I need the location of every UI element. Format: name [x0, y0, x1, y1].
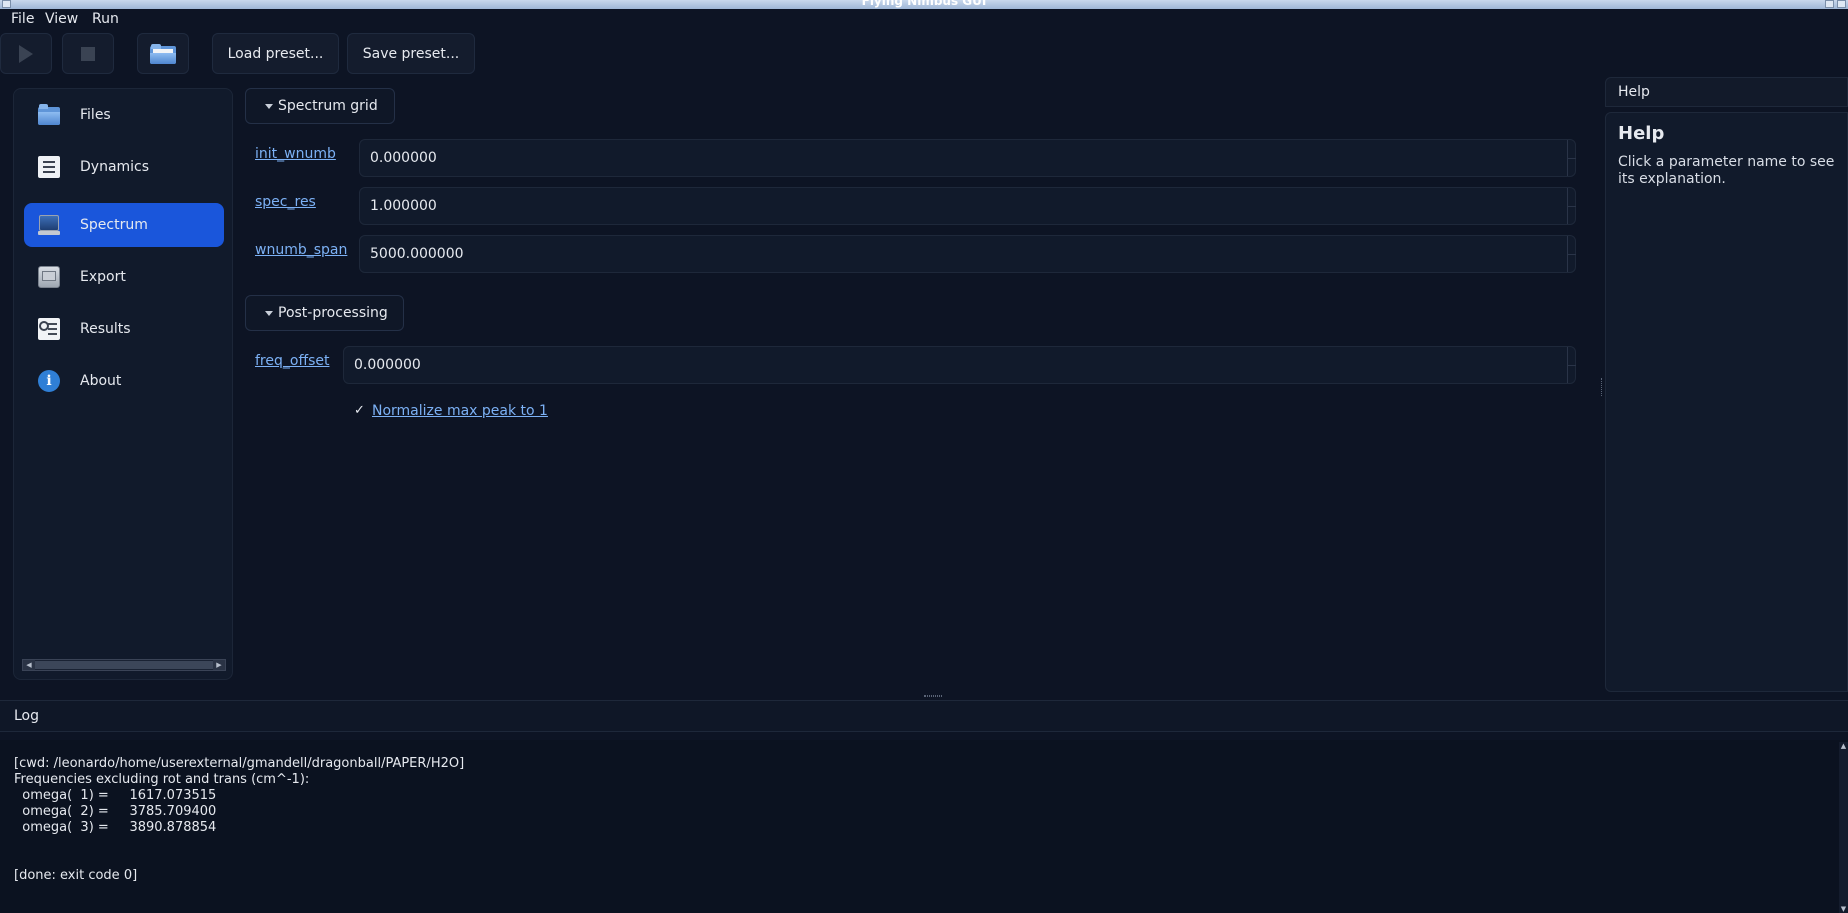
- param-freq-offset-link[interactable]: freq_offset: [255, 353, 329, 369]
- monitor-icon: [38, 214, 60, 236]
- window-title-bar: Flying Nimbus GUI: [0, 0, 1848, 9]
- sidebar-item-dynamics[interactable]: Dynamics: [24, 145, 224, 189]
- wnumb-span-input[interactable]: 5000.000000: [359, 235, 1576, 273]
- log-panel-header: Log: [0, 700, 1848, 732]
- help-panel: Help Click a parameter name to see its e…: [1605, 112, 1848, 692]
- spectrum-grid-section-toggle[interactable]: Spectrum grid: [245, 88, 395, 124]
- spec-res-input[interactable]: 1.000000: [359, 187, 1576, 225]
- info-icon: i: [38, 370, 60, 392]
- menu-file[interactable]: File: [11, 11, 34, 27]
- scroll-down-icon[interactable]: ▼: [1839, 905, 1848, 913]
- field-value: 0.000000: [370, 150, 437, 166]
- menu-bar: File View Run: [0, 9, 1848, 31]
- folder-icon: [38, 104, 60, 126]
- scrollbar-thumb[interactable]: [35, 661, 213, 669]
- sidebar-item-label: Results: [80, 321, 131, 337]
- normalize-checkbox[interactable]: ✓: [354, 403, 365, 418]
- sidebar-horizontal-scrollbar[interactable]: ◀ ▶: [22, 659, 226, 671]
- log-line: [cwd: /leonardo/home/userexternal/gmande…: [14, 756, 465, 771]
- sidebar-item-label: Files: [80, 107, 111, 123]
- spin-buttons[interactable]: [1567, 188, 1576, 224]
- help-title: Help: [1618, 123, 1665, 144]
- menu-run[interactable]: Run: [92, 11, 119, 27]
- freq-offset-input[interactable]: 0.000000: [343, 346, 1576, 384]
- menu-view[interactable]: View: [45, 11, 78, 27]
- run-button[interactable]: [0, 33, 52, 74]
- sidebar-item-export[interactable]: Export: [24, 255, 224, 299]
- scroll-right-icon[interactable]: ▶: [213, 660, 225, 670]
- log-output[interactable]: [cwd: /leonardo/home/userexternal/gmande…: [0, 740, 1848, 913]
- post-processing-section-toggle[interactable]: Post-processing: [245, 295, 404, 331]
- init-wnumb-input[interactable]: 0.000000: [359, 139, 1576, 177]
- log-vertical-scrollbar[interactable]: ▲ ▼: [1839, 742, 1848, 913]
- stop-button[interactable]: [62, 33, 114, 74]
- folder-icon: [150, 43, 176, 64]
- help-text: Click a parameter name to see its explan…: [1618, 154, 1835, 187]
- vertical-splitter-handle[interactable]: [1601, 378, 1603, 396]
- section-title: Post-processing: [278, 305, 388, 321]
- sidebar-item-about[interactable]: i About: [24, 359, 224, 403]
- chevron-down-icon: [265, 311, 273, 316]
- sidebar-item-files[interactable]: Files: [24, 93, 224, 137]
- play-icon: [19, 44, 33, 63]
- normalize-max-peak-link[interactable]: Normalize max peak to 1: [372, 403, 548, 419]
- sidebar: Files Dynamics Spectrum Export Results i…: [13, 88, 233, 680]
- window-minimize-button[interactable]: [1825, 0, 1834, 8]
- open-folder-button[interactable]: [137, 33, 189, 74]
- scroll-left-icon[interactable]: ◀: [23, 660, 35, 670]
- chevron-down-icon: [265, 104, 273, 109]
- sidebar-item-label: Spectrum: [80, 217, 148, 233]
- document-icon: [38, 156, 60, 178]
- help-panel-header: Help: [1605, 77, 1848, 107]
- log-line: Frequencies excluding rot and trans (cm^…: [14, 772, 310, 787]
- save-preset-button[interactable]: Save preset...: [347, 33, 475, 74]
- spin-buttons[interactable]: [1567, 140, 1576, 176]
- field-value: 5000.000000: [370, 246, 464, 262]
- load-preset-button[interactable]: Load preset...: [212, 33, 339, 74]
- section-title: Spectrum grid: [278, 98, 378, 114]
- param-spec-res-link[interactable]: spec_res: [255, 194, 316, 210]
- param-init-wnumb-link[interactable]: init_wnumb: [255, 146, 336, 162]
- sidebar-item-label: About: [80, 373, 122, 389]
- log-line: omega( 3) = 3890.878854: [14, 820, 217, 835]
- window-title: Flying Nimbus GUI: [861, 0, 987, 8]
- spin-buttons[interactable]: [1567, 236, 1576, 272]
- drive-icon: [38, 266, 60, 288]
- sidebar-item-label: Dynamics: [80, 159, 150, 175]
- log-line: omega( 2) = 3785.709400: [14, 804, 217, 819]
- horizontal-splitter-handle[interactable]: [924, 695, 942, 697]
- log-line: omega( 1) = 1617.073515: [14, 788, 217, 803]
- field-value: 1.000000: [370, 198, 437, 214]
- param-wnumb-span-link[interactable]: wnumb_span: [255, 242, 347, 258]
- scroll-up-icon[interactable]: ▲: [1839, 742, 1848, 750]
- log-line: [done: exit code 0]: [14, 868, 138, 883]
- stop-icon: [81, 46, 95, 61]
- spin-buttons[interactable]: [1567, 347, 1576, 383]
- field-value: 0.000000: [354, 357, 421, 373]
- sidebar-item-results[interactable]: Results: [24, 307, 224, 351]
- sidebar-item-label: Export: [80, 269, 126, 285]
- sidebar-item-spectrum[interactable]: Spectrum: [24, 203, 224, 247]
- window-close-button[interactable]: [1837, 0, 1846, 8]
- search-document-icon: [38, 318, 60, 340]
